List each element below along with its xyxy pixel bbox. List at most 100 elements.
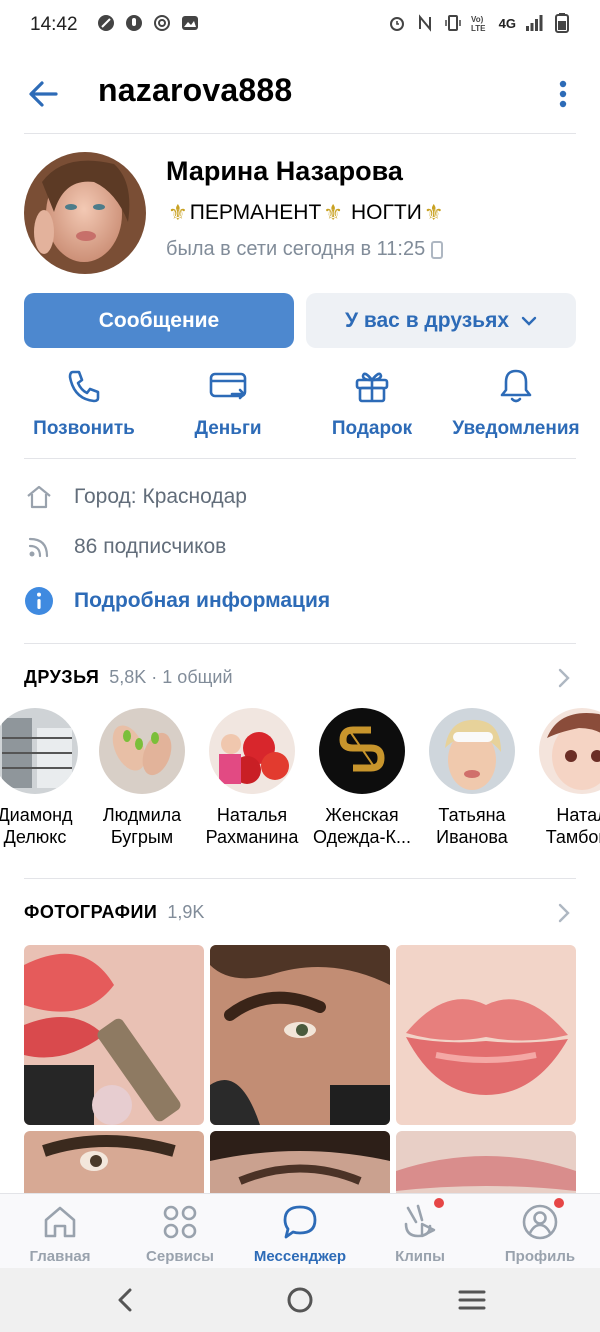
tab-messenger[interactable]: Мессенджер xyxy=(240,1202,360,1265)
battery-icon xyxy=(552,13,572,33)
home-icon xyxy=(24,482,54,512)
action-label: Подарок xyxy=(331,418,413,439)
divider xyxy=(24,133,576,134)
status-time: 14:42 xyxy=(30,14,78,35)
chevron-right-icon[interactable] xyxy=(552,666,576,690)
divider xyxy=(24,878,576,879)
network-type: 4G xyxy=(498,15,516,31)
fleur-de-lis-icon: ⚜ xyxy=(323,200,344,225)
status-text-1: ПЕРМАНЕНТ xyxy=(189,201,322,224)
clips-badge xyxy=(432,1196,446,1210)
profile-status: ⚜ ПЕРМАНЕНТ ⚜ НОГТИ ⚜ xyxy=(166,200,446,226)
bottom-tab-bar: Главная Сервисы Мессенджер Клипы Профиль xyxy=(0,1193,600,1269)
friend-name: Наталья Рахманина xyxy=(205,805,299,847)
photos-count: 1,9K xyxy=(167,902,205,922)
friend-avatar xyxy=(99,708,185,794)
friend-avatar xyxy=(0,708,78,794)
friend-item[interactable]: Наталья Рахманина xyxy=(197,708,307,848)
fleur-de-lis-icon: ⚜ xyxy=(168,200,188,225)
gift-action[interactable]: Подарок xyxy=(302,366,442,440)
clips-icon-wrap xyxy=(400,1196,446,1242)
nav-home-icon[interactable] xyxy=(284,1284,316,1316)
divider xyxy=(24,643,576,644)
friend-item[interactable]: Диамонд Делюкс xyxy=(0,708,90,848)
friend-item[interactable]: Женская Одежда-К... xyxy=(307,708,417,848)
mobile-icon xyxy=(431,240,444,259)
notifications-action[interactable]: Уведомления xyxy=(446,366,586,440)
last-seen: была в сети сегодня в 11:25 xyxy=(166,238,444,261)
chevron-down-icon xyxy=(521,316,537,326)
profile-actions: Позвонить Деньги Подарок Уведомления xyxy=(0,366,600,446)
last-seen-text: была в сети сегодня в 11:25 xyxy=(166,238,426,260)
friend-item[interactable]: НаталТамбовц xyxy=(527,708,600,848)
system-icons: Vo) LTE 4G xyxy=(387,13,572,33)
friend-avatar xyxy=(429,708,515,794)
gift-icon xyxy=(355,372,389,403)
phone-icon xyxy=(68,370,100,403)
details-text: Подробная информация xyxy=(74,589,331,612)
profile-icon-wrap xyxy=(520,1196,566,1242)
subscribers-text: 86 подписчиков xyxy=(74,535,227,558)
top-bar: nazarova888 xyxy=(0,60,600,126)
nfc-icon xyxy=(415,13,435,33)
arrow-left-icon xyxy=(29,81,58,107)
rss-icon xyxy=(24,532,54,562)
friends-title: ДРУЗЬЯ xyxy=(24,667,100,687)
photo-thumbnail[interactable] xyxy=(396,945,576,1125)
image-icon xyxy=(180,13,200,33)
photo-thumbnail[interactable] xyxy=(210,945,390,1125)
back-button[interactable] xyxy=(24,74,64,114)
friends-header[interactable]: ДРУЗЬЯ 5,8K · 1 общий xyxy=(24,667,233,688)
friend-name: Женская Одежда-К... xyxy=(313,805,411,847)
system-nav-bar xyxy=(0,1268,600,1332)
money-action[interactable]: Деньги xyxy=(158,366,298,440)
action-label: Позвонить xyxy=(33,418,135,439)
vibrate-icon xyxy=(443,13,463,33)
nav-recents-icon[interactable] xyxy=(456,1284,488,1316)
messenger-icon xyxy=(283,1205,317,1239)
tab-label: Клипы xyxy=(395,1248,445,1265)
at-icon xyxy=(152,13,172,33)
profile-badge xyxy=(552,1196,566,1210)
subscribers-row[interactable]: 86 подписчиков xyxy=(24,532,226,562)
profile-name: Марина Назарова xyxy=(166,156,403,186)
more-button[interactable] xyxy=(548,74,578,114)
status-text-2: НОГТИ xyxy=(351,201,422,224)
tab-home[interactable]: Главная xyxy=(0,1202,120,1265)
tab-clips[interactable]: Клипы xyxy=(360,1196,480,1265)
tab-label: Профиль xyxy=(504,1248,576,1265)
signal-icon xyxy=(524,13,544,33)
home-icon xyxy=(44,1206,76,1238)
friend-name: НаталТамбовц xyxy=(545,805,600,847)
photo-thumbnail[interactable] xyxy=(24,945,204,1125)
action-label: Деньги xyxy=(194,418,262,439)
friend-name: Людмила Бугрым xyxy=(102,805,182,847)
friend-name: Диамонд Делюкс xyxy=(0,805,73,847)
fleur-de-lis-icon: ⚜ xyxy=(423,200,444,225)
friends-status-button[interactable]: У вас в друзьях xyxy=(306,293,576,348)
divider xyxy=(24,458,576,459)
photos-title: ФОТОГРАФИИ xyxy=(24,902,158,922)
money-icon xyxy=(209,372,247,400)
page-title: nazarova888 xyxy=(98,72,293,108)
svg-text:Vo): Vo) xyxy=(471,15,484,24)
action-label: Уведомления xyxy=(452,418,580,439)
nav-back-icon[interactable] xyxy=(110,1284,142,1316)
mic-icon xyxy=(124,13,144,33)
tab-label: Мессенджер xyxy=(253,1248,347,1265)
tab-services[interactable]: Сервисы xyxy=(120,1202,240,1265)
tab-label: Сервисы xyxy=(146,1248,214,1265)
status-bar: 14:42 Vo) LTE 4G xyxy=(0,0,600,50)
alarm-icon xyxy=(387,13,407,33)
message-button[interactable]: Сообщение xyxy=(24,293,294,348)
photos-header[interactable]: ФОТОГРАФИИ 1,9K xyxy=(24,902,204,923)
call-action[interactable]: Позвонить xyxy=(14,366,154,440)
details-link[interactable]: Подробная информация xyxy=(24,586,330,616)
tab-profile[interactable]: Профиль xyxy=(480,1196,600,1265)
friends-list: Диамонд Делюкс Людмила Бугрым Наталья Рахма… xyxy=(0,708,600,858)
friend-item[interactable]: Татьяна Иванова xyxy=(417,708,527,848)
friend-item[interactable]: Людмила Бугрым xyxy=(87,708,197,848)
chevron-right-icon[interactable] xyxy=(552,901,576,925)
city-text: Город: Краснодар xyxy=(74,485,247,508)
avatar[interactable] xyxy=(24,152,146,274)
